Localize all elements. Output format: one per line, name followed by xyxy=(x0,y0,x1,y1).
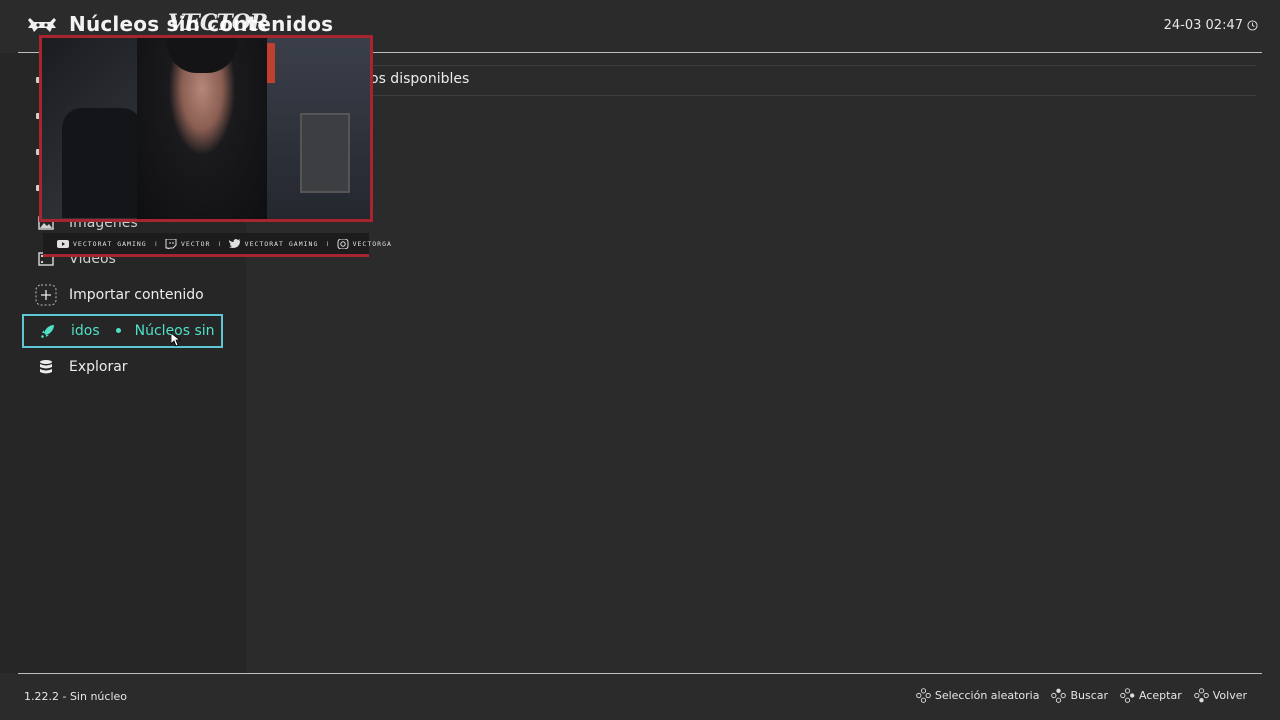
footer-divider xyxy=(18,673,1262,674)
twitter-icon xyxy=(228,238,241,248)
content-divider xyxy=(256,65,1256,66)
gamepad-buttons-icon xyxy=(1193,688,1209,703)
retroarch-logo-icon xyxy=(28,18,56,32)
separator: ı xyxy=(218,239,221,248)
sidebar-item-label: Explorar xyxy=(69,359,128,375)
hint-search[interactable]: Buscar xyxy=(1051,688,1108,703)
gamepad-buttons-icon xyxy=(1120,688,1135,703)
plus-icon xyxy=(35,284,57,306)
version-label: 1.22.2 - Sin núcleo xyxy=(24,690,128,703)
database-icon xyxy=(35,356,57,378)
content-row-text[interactable]: os disponibles xyxy=(370,71,469,87)
sidebar-item-no-content-cores[interactable]: idos Núcleos sin xyxy=(22,314,223,348)
youtube-icon xyxy=(57,239,69,248)
clock-icon xyxy=(1247,20,1258,31)
watermark-logo: VECTOR xyxy=(168,10,268,36)
hint-random-select[interactable]: Selección aleatoria xyxy=(916,688,1039,703)
gaming-chair xyxy=(62,108,142,218)
separator: ı xyxy=(154,239,157,248)
hint-accept[interactable]: Aceptar xyxy=(1120,688,1182,703)
sidebar-item-label: Importar contenido xyxy=(69,287,204,303)
separator: ı xyxy=(326,239,329,248)
sidebar-item-label: idos Núcleos sin xyxy=(71,323,215,339)
arcade-screen xyxy=(300,113,350,193)
label-part-a: idos xyxy=(71,323,100,339)
twitch-icon xyxy=(165,238,177,249)
webcam-overlay xyxy=(39,35,373,222)
clock-text: 24-03 02:47 xyxy=(1163,18,1243,33)
mouse-cursor-icon xyxy=(171,333,181,347)
social-twitch: VECTOR xyxy=(165,238,210,249)
sidebar-item-explore[interactable]: Explorar xyxy=(22,350,223,384)
content-divider xyxy=(256,95,1256,96)
social-bar: VECTORAT GAMING ı VECTOR ı VECTORAT GAMI… xyxy=(43,233,391,257)
sidebar-item-import[interactable]: Importar contenido xyxy=(22,278,223,312)
social-youtube: VECTORAT GAMING xyxy=(57,239,147,249)
instagram-icon xyxy=(337,238,349,249)
clock: 24-03 02:47 xyxy=(1164,18,1258,33)
gamepad-buttons-icon xyxy=(916,688,931,703)
social-instagram: VECTORGA xyxy=(337,238,392,249)
separator-dot xyxy=(115,327,121,333)
hint-back[interactable]: Volver xyxy=(1193,688,1247,703)
social-twitter: VECTORAT GAMING xyxy=(228,238,319,249)
gamepad-buttons-icon xyxy=(1051,688,1067,703)
footer-hints: Selección aleatoria Buscar Aceptar Volve… xyxy=(916,688,1247,703)
rocket-icon xyxy=(37,320,59,342)
